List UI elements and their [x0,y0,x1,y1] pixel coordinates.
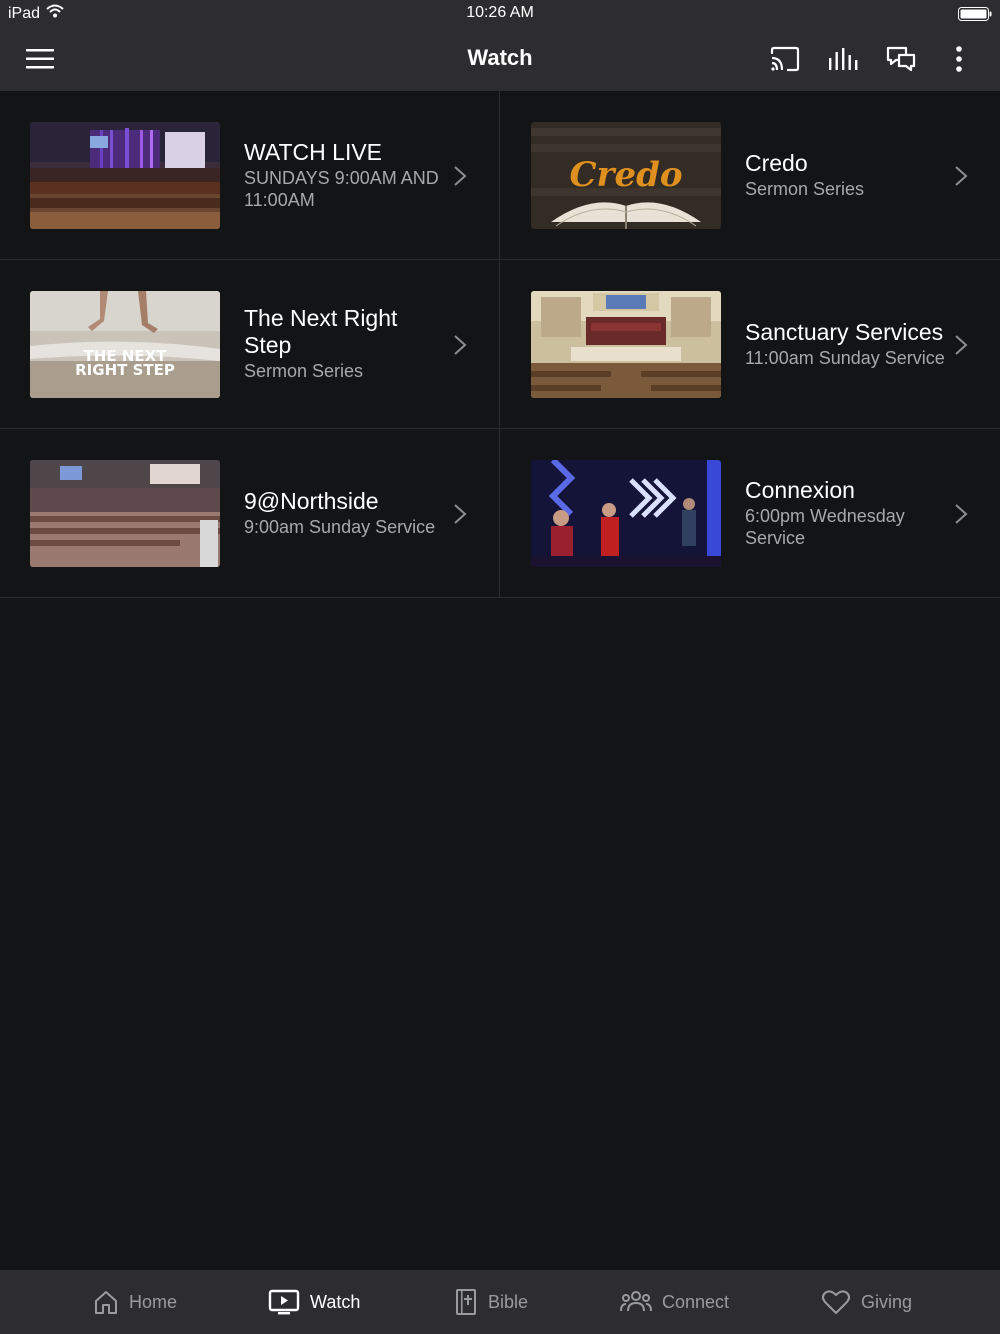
chevron-right-icon [955,166,968,186]
item-info: 9@Northside 9:00am Sunday Service [244,429,444,597]
tab-label: Connect [662,1291,730,1312]
tab-connect[interactable]: Connect [620,1270,729,1334]
thumbnail-sanctuary-services [531,291,721,398]
item-title: Sanctuary Services [745,318,944,345]
item-subtitle: Sermon Series [244,361,364,382]
watch-item-next-right-step[interactable]: THE NEXT RIGHT STEP The Next Right Step S… [0,260,500,429]
svg-text:Credo: Credo [569,155,682,195]
item-subtitle: 6:00pm Wednesday Service [745,506,905,548]
watch-item-9-northside[interactable]: 9@Northside 9:00am Sunday Service [0,429,500,598]
bottom-tab-bar: Home Watch Bible Connect Giving [0,1270,1000,1334]
header-actions [768,42,976,76]
more-vertical-icon[interactable] [942,42,976,76]
cast-icon[interactable] [768,42,802,76]
thumbnail-watch-live [30,122,220,229]
item-info: WATCH LIVE SUNDAYS 9:00AM AND 11:00AM [244,91,444,259]
item-info: Connexion 6:00pm Wednesday Service [745,429,945,597]
people-icon [620,1291,652,1312]
tab-home[interactable]: Home [93,1270,177,1334]
top-nav-bar: Watch [0,28,1000,91]
chevron-right-icon [955,504,968,524]
item-info: The Next Right Step Sermon Series [244,260,444,428]
audio-bars-icon[interactable] [826,42,860,76]
watch-item-credo[interactable]: Credo Credo Sermon Series [500,91,1000,260]
item-subtitle: SUNDAYS 9:00AM AND 11:00AM [244,168,439,210]
chevron-right-icon [955,335,968,355]
chevron-right-icon [454,504,467,524]
item-subtitle: Sermon Series [745,178,865,199]
tab-label: Bible [488,1291,529,1312]
item-subtitle: 11:00am Sunday Service [745,347,945,368]
tab-label: Home [129,1291,178,1312]
tab-label: Watch [310,1291,361,1312]
item-info: Sanctuary Services 11:00am Sunday Servic… [745,260,945,428]
chevron-right-icon [454,335,467,355]
item-subtitle: 9:00am Sunday Service [244,516,436,537]
home-icon [95,1291,117,1314]
item-title: 9@Northside [244,487,379,514]
thumbnail-credo: Credo [531,122,721,229]
item-title: WATCH LIVE [244,139,383,165]
thumbnail-connexion [531,460,721,567]
watch-item-connexion[interactable]: Connexion 6:00pm Wednesday Service [500,429,1000,598]
item-title: Connexion [745,477,855,503]
item-info: Credo Sermon Series [745,91,945,259]
status-time: 10:26 AM [466,4,534,21]
status-bar: iPad 10:26 AM [0,0,1000,28]
tab-giving[interactable]: Giving [821,1270,912,1334]
watch-item-sanctuary-services[interactable]: Sanctuary Services 11:00am Sunday Servic… [500,260,1000,429]
watch-item-watch-live[interactable]: WATCH LIVE SUNDAYS 9:00AM AND 11:00AM [0,91,500,260]
thumbnail-9-northside [30,460,220,567]
chevron-right-icon [454,166,467,186]
chat-icon[interactable] [884,42,918,76]
bible-icon [456,1289,476,1315]
battery-icon [958,7,992,21]
item-title: Credo [745,149,808,176]
heart-icon [822,1290,850,1314]
tab-bible[interactable]: Bible [454,1270,528,1334]
video-icon [268,1289,300,1315]
thumbnail-next-right-step: THE NEXT RIGHT STEP [30,291,220,398]
tab-label: Giving [861,1291,913,1312]
item-title: The Next Right Step [244,305,398,359]
thumbnail-text-line-1: THE NEXT RIGHT STEP [75,347,175,379]
watch-grid: WATCH LIVE SUNDAYS 9:00AM AND 11:00AM Cr… [0,91,1000,598]
tab-watch[interactable]: Watch [268,1270,360,1334]
